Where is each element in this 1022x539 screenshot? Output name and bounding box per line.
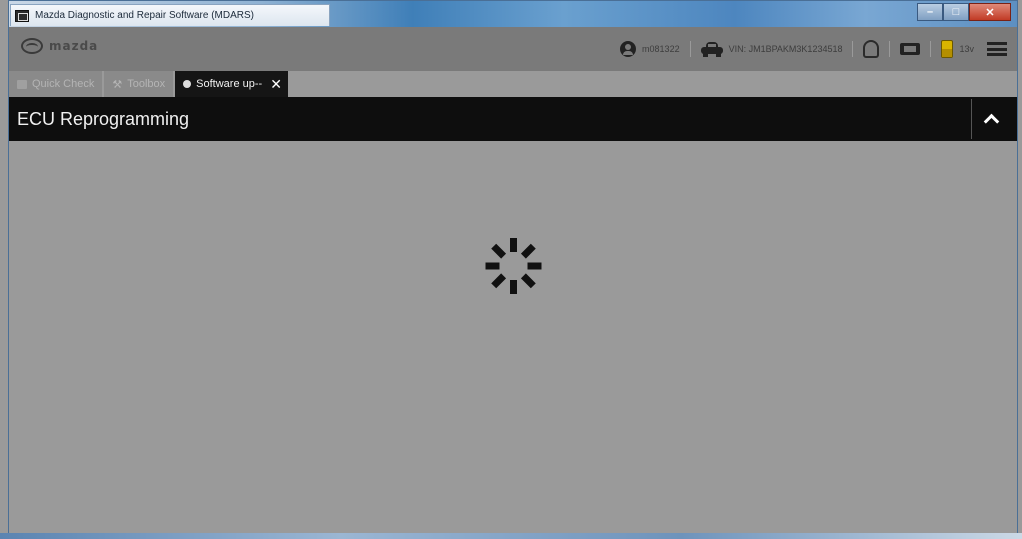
loading-spinner-icon xyxy=(484,236,544,296)
tools-icon: ⚒ xyxy=(112,78,123,91)
tab-quick-check[interactable]: Quick Check xyxy=(9,71,103,97)
tab-label: Quick Check xyxy=(32,78,95,90)
clipboard-icon xyxy=(17,79,27,89)
section-header: ECU Reprogramming xyxy=(9,97,1017,141)
divider xyxy=(889,41,891,57)
spinner-spoke xyxy=(510,280,517,294)
content-area xyxy=(9,141,1017,535)
battery-icon xyxy=(941,40,954,58)
minimize-button[interactable]: – xyxy=(917,3,943,21)
app-icon xyxy=(15,9,29,22)
user-id: m081322 xyxy=(642,44,680,54)
divider xyxy=(689,41,691,57)
tab-bar: Quick Check ⚒ Toolbox Software up-- ✕ xyxy=(9,71,1017,97)
app-header: mazda m081322 VIN: JM1BPAKM3K1234518 13v xyxy=(9,27,1017,71)
battery-voltage: 13v xyxy=(959,44,974,54)
collapse-button[interactable] xyxy=(971,99,1011,139)
vehicle-info[interactable]: VIN: JM1BPAKM3K1234518 xyxy=(700,42,843,57)
maximize-button[interactable]: □ xyxy=(943,3,969,21)
chevron-up-icon xyxy=(983,113,1000,130)
spinner-spoke xyxy=(491,273,507,289)
close-tab-icon[interactable]: ✕ xyxy=(270,77,282,91)
spinner-spoke xyxy=(485,262,500,270)
divider xyxy=(930,41,932,57)
spinner-spoke xyxy=(491,243,507,259)
divider xyxy=(852,41,854,57)
tab-toolbox[interactable]: ⚒ Toolbox xyxy=(104,71,174,97)
spinner-spoke xyxy=(520,243,536,259)
window-titlebar: Mazda Diagnostic and Repair Software (MD… xyxy=(9,1,1017,27)
user-icon xyxy=(620,41,637,57)
vin-label: VIN: JM1BPAKM3K1234518 xyxy=(728,44,843,54)
window-controls: – □ ✕ xyxy=(917,3,1011,21)
title-tab[interactable]: Mazda Diagnostic and Repair Software (MD… xyxy=(10,4,330,26)
app-window: Mazda Diagnostic and Repair Software (MD… xyxy=(8,0,1018,536)
tab-label: Toolbox xyxy=(127,78,166,90)
car-icon xyxy=(700,42,723,57)
dot-icon xyxy=(183,80,192,88)
hamburger-menu-icon[interactable] xyxy=(987,42,1007,56)
taskbar-strip xyxy=(0,533,1022,539)
section-title: ECU Reprogramming xyxy=(17,108,190,129)
divider xyxy=(980,41,981,57)
battery-status: 13v xyxy=(941,40,974,58)
mazda-logo-icon xyxy=(21,38,43,54)
header-status-bar: m081322 VIN: JM1BPAKM3K1234518 13v xyxy=(620,38,1007,60)
close-button[interactable]: ✕ xyxy=(969,3,1011,21)
user-info[interactable]: m081322 xyxy=(620,41,680,57)
window-title: Mazda Diagnostic and Repair Software (MD… xyxy=(35,10,254,21)
spinner-spoke xyxy=(520,273,536,289)
tab-software-update[interactable]: Software up-- ✕ xyxy=(175,71,288,97)
spinner-spoke xyxy=(527,262,542,270)
vci-connection-icon[interactable] xyxy=(900,43,921,55)
mazda-logo: mazda xyxy=(21,38,98,54)
tab-label: Software up-- xyxy=(196,78,263,90)
spinner-spoke xyxy=(510,238,517,252)
logo-text: mazda xyxy=(49,39,99,53)
technician-icon[interactable] xyxy=(863,40,880,58)
